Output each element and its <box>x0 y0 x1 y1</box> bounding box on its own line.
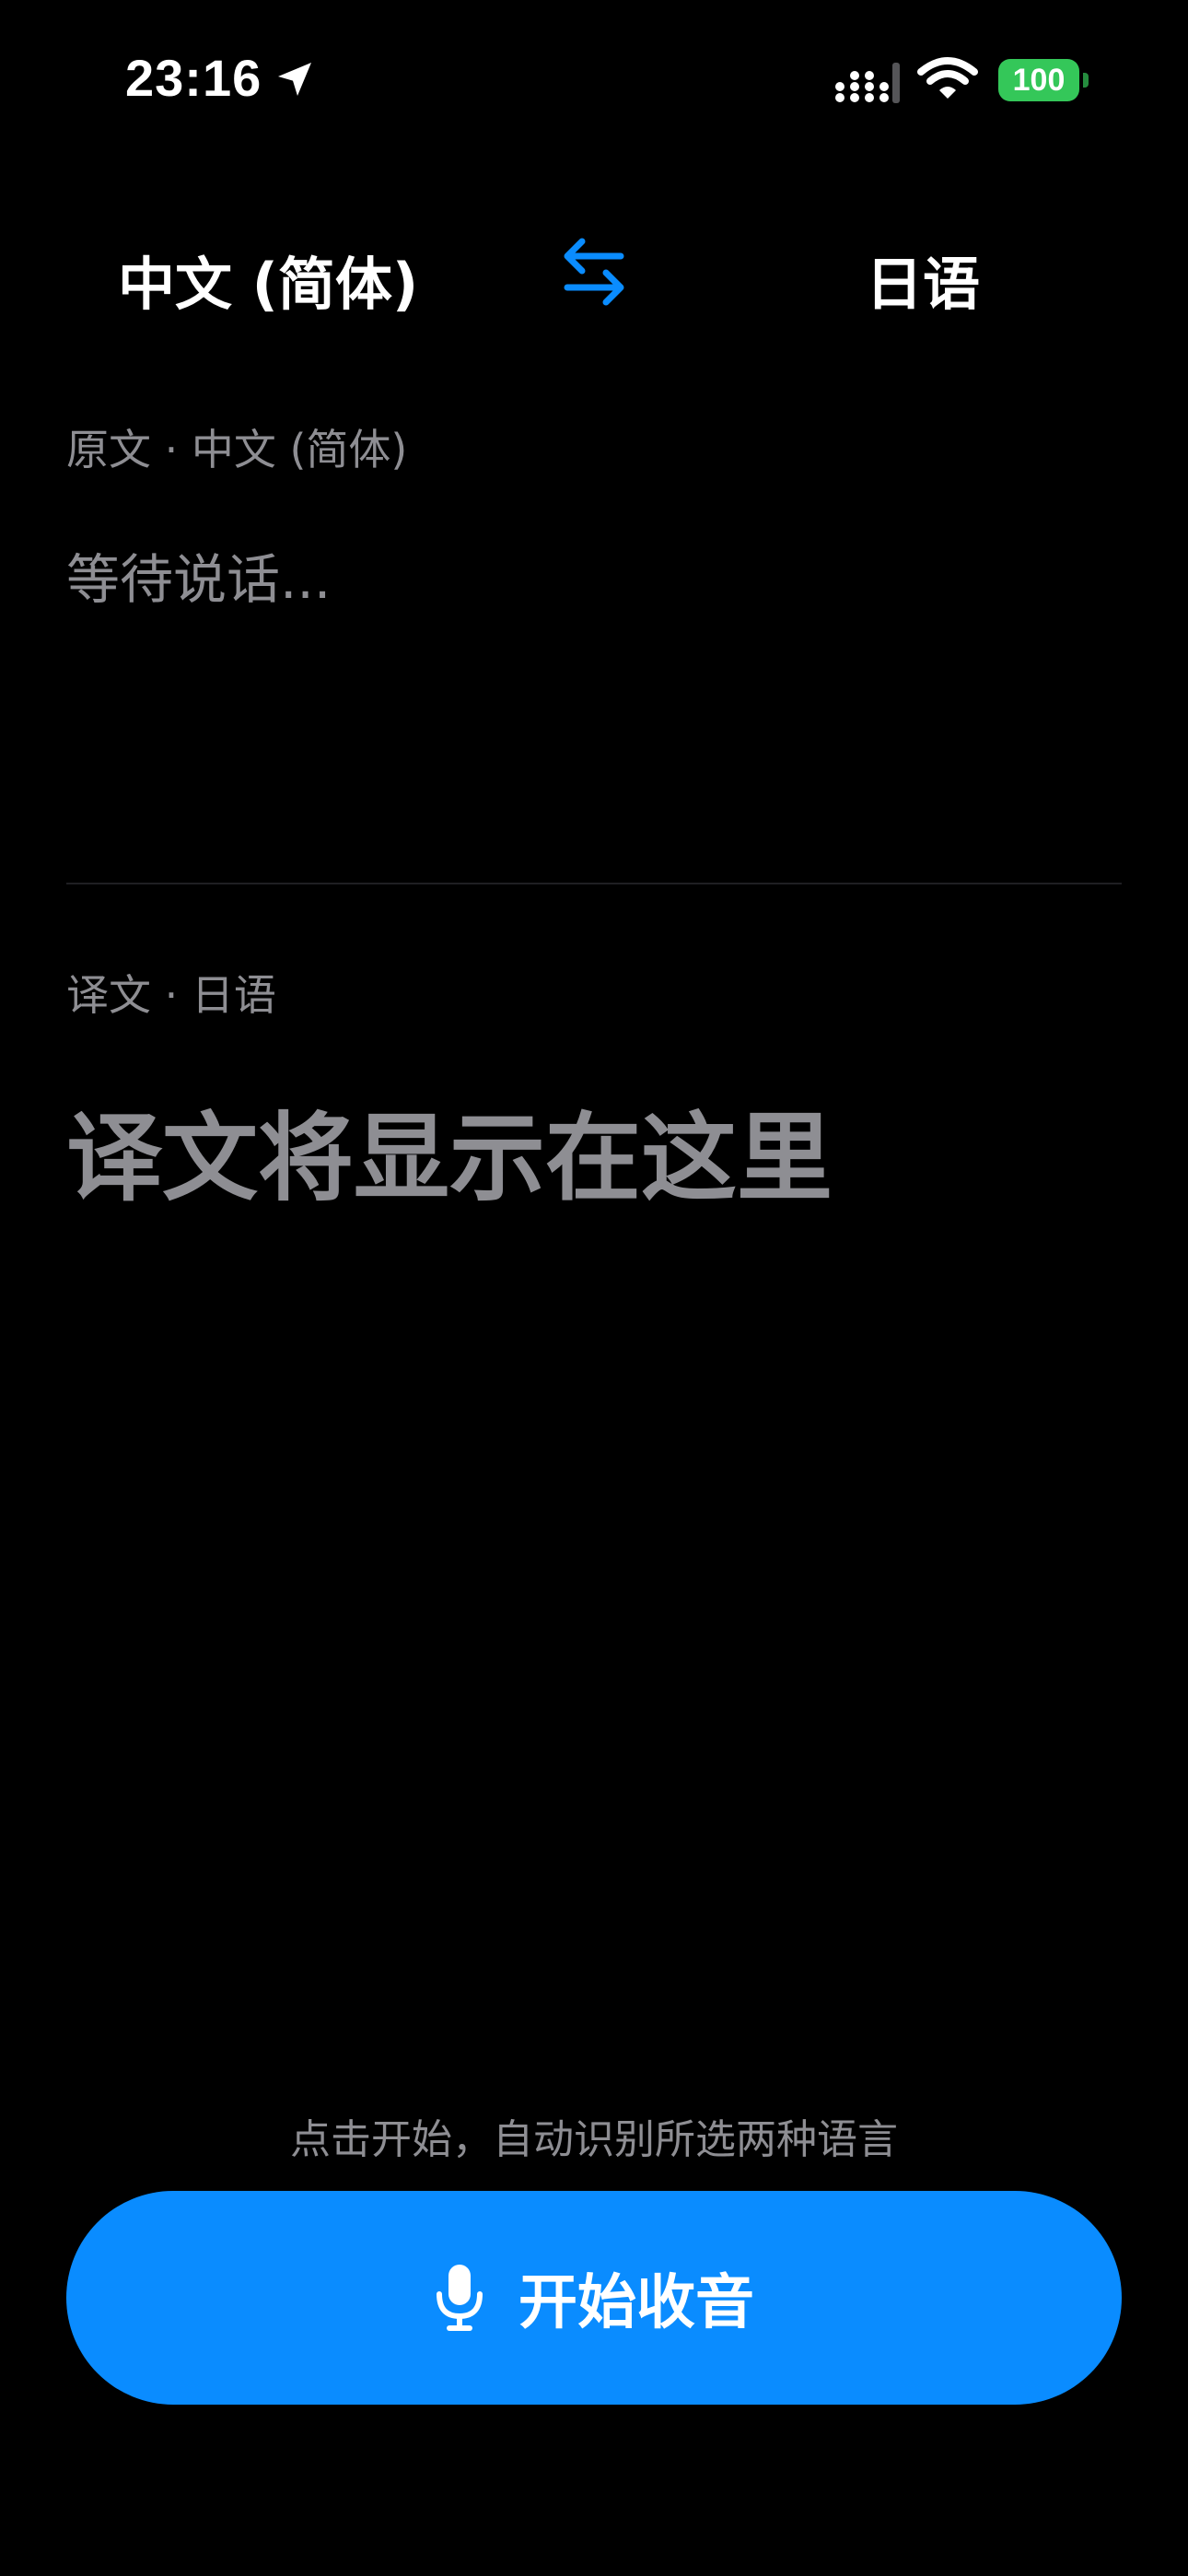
location-arrow-icon <box>278 63 311 96</box>
battery-icon: 100 <box>998 59 1090 101</box>
start-recording-button[interactable]: 开始收音 <box>66 2191 1122 2405</box>
source-text-placeholder: 等待说话... <box>66 548 332 611</box>
source-section-label: 原文 · 中文 (简体) <box>66 425 408 474</box>
status-bar: 23:16 100 <box>0 0 1188 157</box>
translation-section-label: 译文 · 日语 <box>66 970 276 1020</box>
microphone-icon <box>437 2265 483 2331</box>
wifi-icon <box>917 57 978 99</box>
source-language-selector[interactable]: 中文 (简体) <box>118 238 418 321</box>
cellular-signal-icon <box>835 63 900 103</box>
status-time: 23:16 <box>125 49 262 107</box>
translation-text-placeholder: 译文将显示在这里 <box>66 1102 833 1214</box>
start-recording-label: 开始收音 <box>518 2269 754 2337</box>
section-divider <box>66 883 1122 884</box>
target-language-selector[interactable]: 日语 <box>866 238 980 321</box>
swap-arrows-icon[interactable] <box>553 230 635 313</box>
record-hint: 点击开始，自动识别所选两种语言 <box>290 2116 898 2163</box>
battery-cap <box>1083 73 1089 88</box>
battery-level: 100 <box>1012 63 1066 98</box>
